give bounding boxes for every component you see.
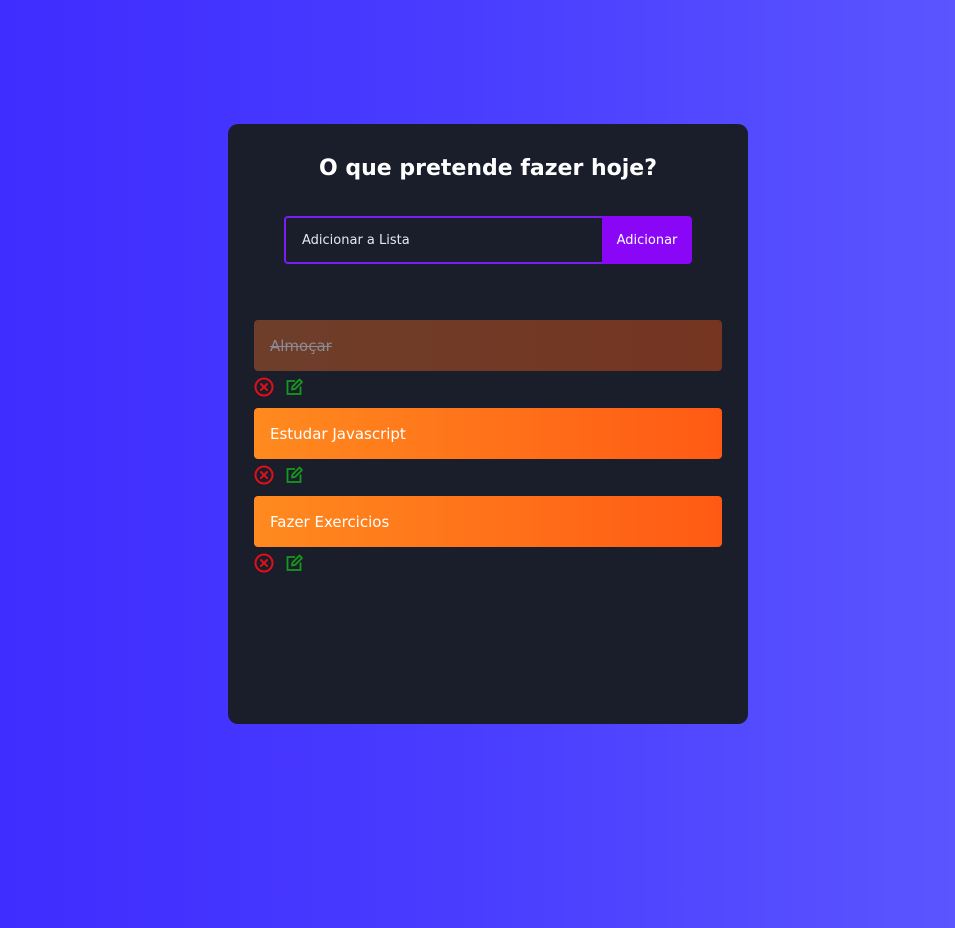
todo-actions: [254, 552, 722, 574]
todo-actions: [254, 376, 722, 398]
todo-text[interactable]: Fazer Exercicios: [254, 496, 722, 547]
todo-card: O que pretende fazer hoje? Adicionar Alm…: [228, 124, 748, 724]
edit-icon[interactable]: [284, 377, 304, 397]
close-circle-icon[interactable]: [254, 465, 274, 485]
todo-item: Estudar Javascript: [254, 408, 722, 486]
todo-text[interactable]: Almoçar: [254, 320, 722, 371]
page-title: O que pretende fazer hoje?: [319, 156, 657, 181]
todo-text[interactable]: Estudar Javascript: [254, 408, 722, 459]
edit-icon[interactable]: [284, 553, 304, 573]
add-button[interactable]: Adicionar: [602, 216, 692, 264]
todo-form: Adicionar: [284, 216, 692, 264]
todo-item: Almoçar: [254, 320, 722, 398]
todo-list: Almoçar Estudar Javascript Fazer Exercic…: [254, 320, 722, 584]
todo-item: Fazer Exercicios: [254, 496, 722, 574]
todo-input[interactable]: [284, 216, 602, 264]
todo-actions: [254, 464, 722, 486]
close-circle-icon[interactable]: [254, 377, 274, 397]
edit-icon[interactable]: [284, 465, 304, 485]
close-circle-icon[interactable]: [254, 553, 274, 573]
